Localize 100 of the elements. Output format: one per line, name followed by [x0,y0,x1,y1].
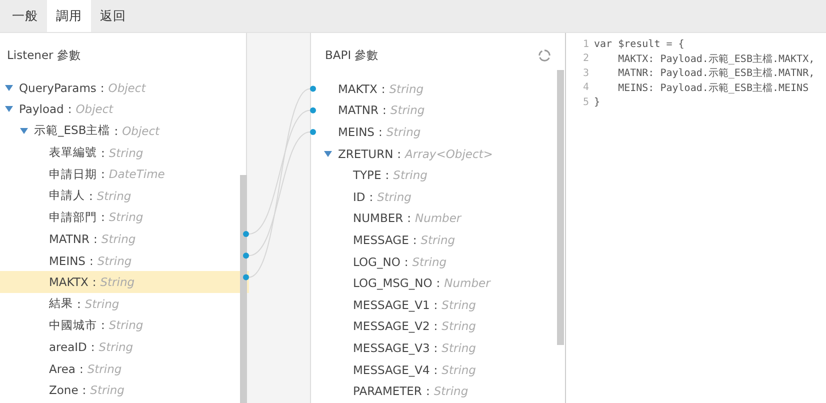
tree-row[interactable]: LOG_MSG_NO : Number [308,272,548,294]
tree-row[interactable]: MESSAGE_V1 : String [308,294,548,316]
separator: : [412,232,418,247]
separator: : [432,362,439,377]
separator: : [403,254,410,269]
separator: : [78,362,84,376]
scrollbar-thumb[interactable] [557,70,564,345]
field-type: String [97,254,132,268]
field-name: 表單編號 [49,145,97,160]
field-type: String [84,296,120,311]
link-dot-icon[interactable] [243,231,249,237]
tab[interactable]: 返回 [91,0,135,32]
tree-row[interactable]: QueryParams : Object [0,77,249,99]
tree-row[interactable]: MATNR : String [308,100,548,122]
field-type: Object [122,124,160,138]
tree-row[interactable]: MATNR : String [0,228,249,250]
field-name: MATNR [49,232,90,246]
link-dot-icon[interactable] [310,86,316,92]
field-name: MEINS [49,254,86,268]
separator: : [66,102,73,116]
tree-row[interactable]: 申請部門 : String [0,206,249,228]
tree-row[interactable]: Area : String [0,358,249,380]
field-type: Number [414,211,462,226]
field-type: Number [444,276,490,290]
tree-row[interactable]: MAKTX : String [308,78,548,100]
code-line: } [594,96,600,108]
field-type: Object [108,80,146,95]
tree-row[interactable]: 結果 : String [0,292,249,315]
line-number: 4 [582,82,590,94]
tree-row[interactable]: areaID : String [0,336,249,358]
field-type: String [442,298,476,312]
refresh-icon[interactable] [538,49,551,62]
field-name: ID [353,190,366,204]
tree-row[interactable]: MEINS : String [0,250,249,272]
code-line: var $result = { [594,38,684,50]
field-name: 示範_ESB主檔 [34,123,110,138]
tree-row[interactable]: Zone : String [0,379,249,401]
separator: : [377,124,384,139]
field-name: MESSAGE [353,232,409,247]
tree-row[interactable]: PARAMETER : String [308,380,548,402]
tree-row[interactable]: ID : String [308,186,548,208]
collapse-arrow-icon[interactable] [5,106,13,112]
field-name: MEINS [338,124,374,139]
link-dot-icon[interactable] [310,107,316,114]
tree-row[interactable]: MESSAGE_V2 : String [308,316,548,338]
field-name: 申請人 [49,188,85,204]
tree-row[interactable]: MAKTX : String [0,271,249,293]
code-editor[interactable]: 1 var $result = { 2 MAKTX: Payload.示範_ESB主檔.MAKTX, 3 MATNR: Payload.示範_ESB主檔.MATNR, 4 MEINS: Payload.示範_ESB主檔.MEINS 5 } [565,33,826,403]
tree-row[interactable]: ZRETURN : Array<Object> [308,142,548,164]
field-type: String [386,124,421,139]
field-name: Zone [49,383,78,398]
tree-row[interactable]: TYPE : String [308,164,548,186]
collapse-arrow-icon[interactable] [324,150,332,157]
tree-row[interactable]: 示範_ESB主檔 : Object [0,120,249,142]
field-type: String [442,319,476,334]
collapse-arrow-icon[interactable] [20,128,28,134]
link-dot-icon[interactable] [243,252,249,259]
separator: : [92,232,98,246]
separator: : [432,340,439,355]
separator: : [91,275,98,290]
field-name: areaID [49,340,87,354]
scrollbar-thumb[interactable] [240,175,247,403]
field-type: String [390,103,425,118]
field-name: MATNR [338,103,379,118]
field-type: DateTime [108,167,165,182]
tree-row[interactable]: Payload : Object [0,98,249,120]
code-line: MEINS: Payload.示範_ESB主檔.MEINS [617,82,809,95]
tree-row[interactable]: MESSAGE_V3 : String [308,337,548,359]
field-type: String [377,190,412,204]
field-name: MAKTX [338,82,378,96]
collapse-arrow-icon[interactable] [5,84,13,91]
code-line: MATNR: Payload.示範_ESB主檔.MATNR, [617,66,815,80]
tab[interactable]: 調用 [47,0,91,32]
tree-row[interactable]: LOG_NO : String [308,250,548,272]
field-name: LOG_MSG_NO [353,276,432,290]
field-type: String [389,82,424,96]
separator: : [424,384,431,398]
separator: : [113,124,120,138]
tree-row[interactable]: MEINS : String [308,121,548,143]
tree-row[interactable]: 中國城市 : String [0,314,249,336]
field-name: 結果 [49,296,73,312]
field-type: Array<Object> [405,146,493,161]
tree-row[interactable]: 表單編號 : String [0,142,249,164]
separator: : [81,383,88,398]
line-number: 2 [582,53,590,64]
tree-row[interactable]: NUMBER : Number [308,208,548,230]
tree-row[interactable]: MESSAGE_V4 : String [308,358,548,380]
tab[interactable]: 一般 [3,0,47,32]
field-type: Object [76,102,114,116]
link-dot-icon[interactable] [243,274,249,280]
separator: : [88,254,94,268]
tree-row[interactable]: 申請人 : String [0,184,249,207]
tree-row[interactable]: 申請日期 : DateTime [0,163,249,185]
separator: : [88,188,94,203]
separator: : [435,276,442,290]
separator: : [100,318,106,332]
link-dot-icon[interactable] [310,129,316,135]
panel-title: Listener 參數 [7,48,81,62]
tree-row[interactable]: MESSAGE : String [308,229,548,251]
separator: : [432,298,439,312]
